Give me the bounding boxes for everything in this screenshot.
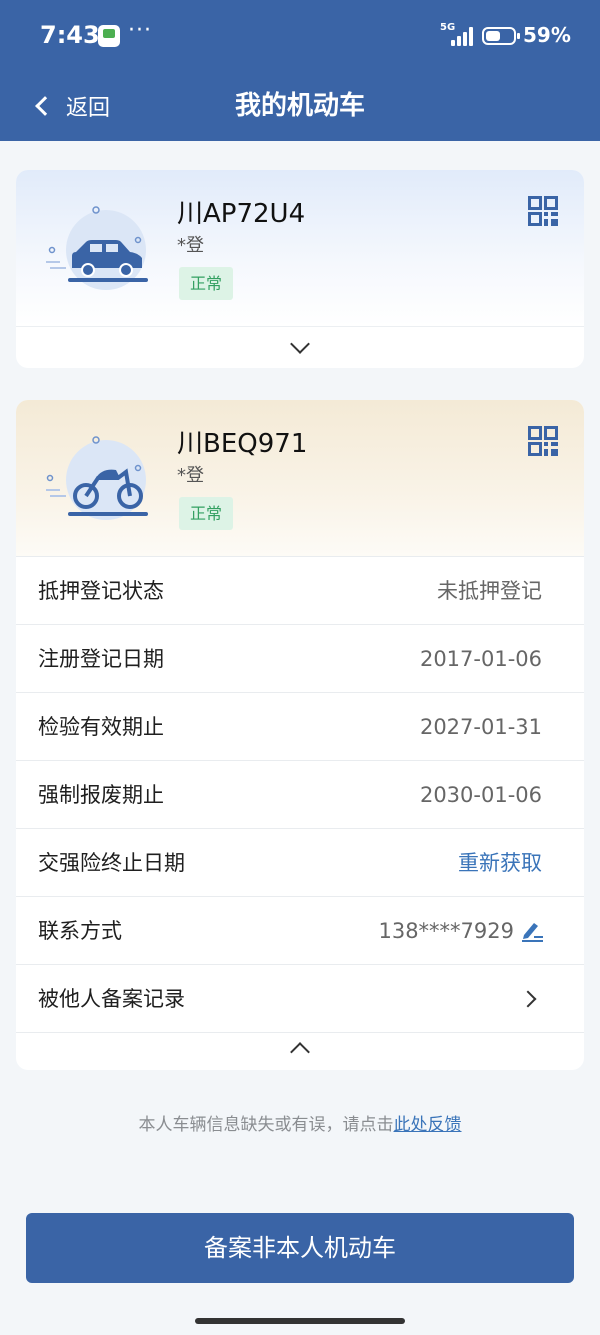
battery-icon: [482, 27, 520, 45]
detail-row-inspection-date: 检验有效期止 2027-01-31: [16, 692, 584, 760]
detail-row-contact: 联系方式 138****7929: [16, 896, 584, 964]
home-indicator[interactable]: [195, 1318, 405, 1324]
detail-row-insurance-date: 交强险终止日期 重新获取: [16, 828, 584, 896]
chevron-right-icon: [519, 990, 537, 1008]
chevron-up-icon: [290, 1042, 310, 1062]
detail-label: 注册登记日期: [38, 647, 164, 671]
vehicle-card[interactable]: 川AP72U4 *登 正常: [16, 170, 584, 368]
status-badge: 正常: [179, 497, 233, 530]
detail-row-mortgage: 抵押登记状态 未抵押登记: [16, 556, 584, 624]
feedback-text: 本人车辆信息缺失或有误，请点击: [138, 1115, 394, 1135]
qr-code-icon[interactable]: [528, 196, 558, 226]
plate-number: 川BEQ971: [177, 429, 308, 459]
detail-value: 2027-01-31: [419, 715, 542, 739]
chevron-down-icon: [290, 334, 310, 354]
detail-value: 2017-01-06: [419, 647, 542, 671]
app-notification-icon: [98, 25, 120, 47]
detail-label: 交强险终止日期: [38, 851, 185, 875]
detail-label: 被他人备案记录: [38, 987, 185, 1011]
status-time: 7:43: [40, 21, 100, 49]
collapse-toggle-button[interactable]: [280, 1035, 320, 1065]
detail-label: 抵押登记状态: [38, 579, 164, 603]
register-other-vehicle-button[interactable]: 备案非本人机动车: [26, 1213, 574, 1283]
edit-icon[interactable]: [520, 920, 544, 942]
card-divider: [16, 326, 584, 327]
detail-label: 检验有效期止: [38, 715, 164, 739]
vehicle-card-header: 川AP72U4 *登 正常: [16, 170, 584, 326]
detail-row-others-records[interactable]: 被他人备案记录: [16, 964, 584, 1032]
battery-percent: 59%: [523, 23, 571, 47]
car-icon: [46, 206, 148, 290]
detail-value: 2030-01-06: [419, 783, 542, 807]
detail-value: 未抵押登记: [437, 579, 542, 603]
more-notifications-icon: ···: [128, 18, 152, 43]
collapse-row: [16, 1032, 584, 1070]
owner-name: *登: [177, 465, 204, 486]
plate-number: 川AP72U4: [177, 199, 306, 229]
app-header: 7:43 ··· 5G 59% 返回 我的机动车: [0, 0, 600, 141]
motorcycle-icon: [46, 436, 148, 520]
feedback-link[interactable]: 此处反馈: [394, 1115, 462, 1135]
page-title: 我的机动车: [234, 91, 365, 121]
signal-icon: [451, 26, 475, 46]
status-badge: 正常: [179, 267, 233, 300]
vehicle-card-header: 川BEQ971 *登 正常: [16, 400, 584, 556]
phone-number: 138****7929: [378, 919, 514, 943]
detail-label: 强制报废期止: [38, 783, 164, 807]
feedback-hint: 本人车辆信息缺失或有误，请点击此处反馈: [0, 1110, 600, 1135]
expand-toggle-button[interactable]: [280, 333, 320, 363]
owner-name: *登: [177, 235, 204, 256]
vehicle-card[interactable]: 川BEQ971 *登 正常 抵押登记状态 未抵押登记 注册登记日期 2017-0…: [16, 400, 584, 1070]
status-bar: 7:43 ··· 5G 59%: [0, 0, 600, 70]
detail-row-scrap-date: 强制报废期止 2030-01-06: [16, 760, 584, 828]
detail-label: 联系方式: [38, 919, 122, 943]
detail-row-register-date: 注册登记日期 2017-01-06: [16, 624, 584, 692]
qr-code-icon[interactable]: [528, 426, 558, 456]
refresh-insurance-link[interactable]: 重新获取: [458, 829, 542, 897]
